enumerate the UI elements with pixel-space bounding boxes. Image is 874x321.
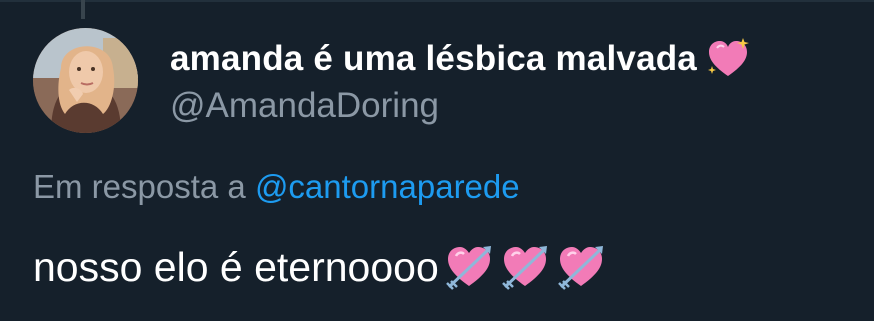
heart-with-arrow-icon [499, 241, 551, 293]
tweet-text: nosso elo é eternoooo [33, 243, 439, 290]
user-handle[interactable]: @AmandaDoring [170, 86, 439, 126]
heart-with-arrow-icon [555, 241, 607, 293]
display-name[interactable]: amanda é uma lésbica malvada [170, 39, 697, 79]
top-divider [0, 0, 874, 2]
avatar[interactable] [33, 28, 138, 133]
reply-prefix: Em resposta a [33, 168, 255, 205]
thread-connector-line [81, 0, 85, 19]
display-name-row: amanda é uma lésbica malvada [170, 36, 751, 82]
sparkling-heart-icon [705, 36, 751, 82]
reply-to-link[interactable]: @cantornaparede [255, 168, 520, 205]
tweet-body: nosso elo é eternoooo [33, 242, 607, 292]
avatar-photo [33, 28, 138, 133]
heart-with-arrow-icon [443, 241, 495, 293]
reply-context: Em resposta a @cantornaparede [33, 168, 520, 206]
